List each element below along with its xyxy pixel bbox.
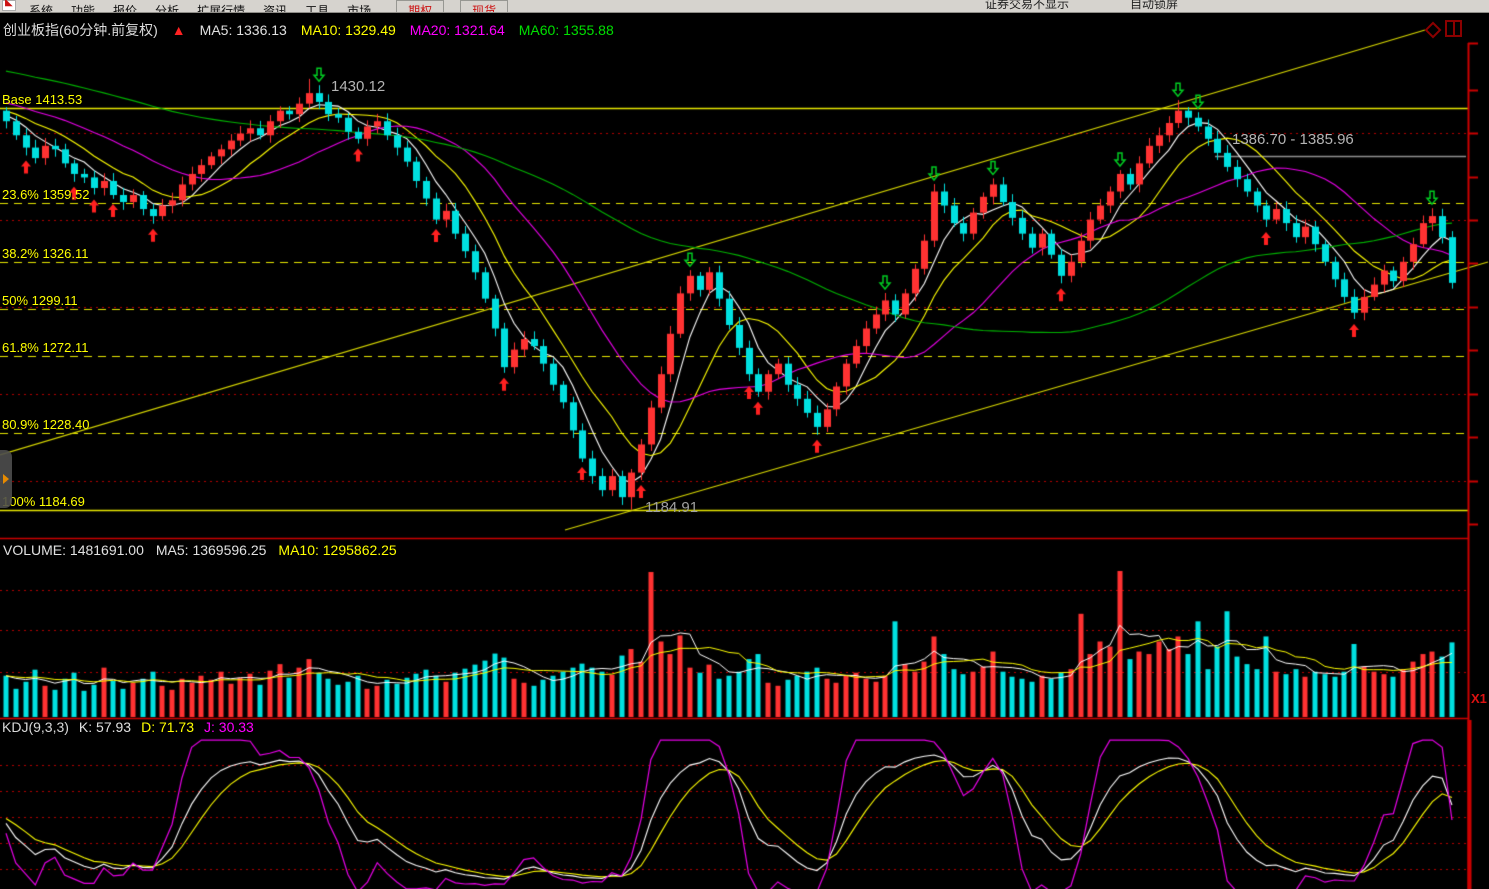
menu-item-1[interactable]: 功能 [62, 2, 104, 13]
ma-value-0: MA5: 1336.13 [200, 22, 287, 38]
kdj-value-1: K: 57.93 [79, 719, 131, 735]
menu-item-3[interactable]: 分析 [146, 2, 188, 13]
ma-value-2: MA20: 1321.64 [410, 22, 505, 38]
menu-item-2[interactable]: 报价 [104, 2, 146, 13]
fib-label-1: 23.6% 1359.52 [2, 187, 89, 202]
low-price-label: 1184.91 [645, 499, 698, 516]
kdj-header: KDJ(9,3,3) K: 57.93 D: 71.73 J: 30.33 [2, 719, 264, 735]
ma-value-3: MA60: 1355.88 [519, 22, 614, 38]
menu-items: 系统功能报价分析扩展行情资讯工具市场期权现货 [20, 6, 508, 13]
peak-price-label: 1430.12 [331, 78, 385, 95]
main-chart-header: 创业板指(60分钟.前复权) ▲ MA5: 1336.13 MA10: 1329.49… [3, 20, 628, 40]
ma-value-1: MA10: 1329.49 [301, 22, 396, 38]
menu-item-7[interactable]: 市场 [338, 2, 380, 13]
app-icon[interactable]: ◣ [2, 0, 16, 11]
fib-label-2: 38.2% 1326.11 [2, 246, 89, 261]
status-text-lock: 自动锁屏 [1130, 0, 1178, 12]
panel-expand-handle[interactable] [0, 450, 12, 508]
menu-hot-item-1[interactable]: 现货 [460, 0, 508, 13]
fib-label-6: 100% 1184.69 [2, 494, 85, 509]
kdj-value-0: KDJ(9,3,3) [2, 719, 69, 735]
fib-label-4: 61.8% 1272.11 [2, 340, 89, 355]
menu-item-0[interactable]: 系统 [20, 2, 62, 13]
menu-hot-item-0[interactable]: 期权 [396, 0, 444, 13]
menu-item-6[interactable]: 工具 [296, 2, 338, 13]
menu-item-5[interactable]: 资讯 [254, 2, 296, 13]
volume-value-0: VOLUME: 1481691.00 [3, 542, 144, 558]
fib-label-0: Base 1413.53 [2, 92, 82, 107]
chart-title: 创业板指(60分钟.前复权) [3, 22, 158, 38]
volume-header: VOLUME: 1481691.00 MA5: 1369596.25 MA10: 1… [3, 542, 409, 558]
volume-value-1: MA5: 1369596.25 [156, 542, 267, 558]
menu-item-4[interactable]: 扩展行情 [188, 2, 254, 13]
expand-arrow-icon [3, 474, 9, 484]
volume-value-2: MA10: 1295862.25 [278, 542, 396, 558]
kdj-value-2: D: 71.73 [141, 719, 194, 735]
status-text-trade: 证券交易不显示 [985, 0, 1069, 12]
fib-label-3: 50% 1299.11 [2, 293, 78, 308]
gap-price-label: 1386.70 - 1385.96 [1232, 131, 1354, 148]
volume-scale-label: X1 [1471, 691, 1487, 706]
chart-window-icon[interactable] [1445, 20, 1462, 37]
fib-label-5: 80.9% 1228.40 [2, 417, 89, 432]
up-arrow-icon: ▲ [172, 22, 186, 38]
menu-bar: ◣ 系统功能报价分析扩展行情资讯工具市场期权现货 证券交易不显示 自动锁屏 [0, 0, 1489, 13]
kdj-value-3: J: 30.33 [204, 719, 254, 735]
